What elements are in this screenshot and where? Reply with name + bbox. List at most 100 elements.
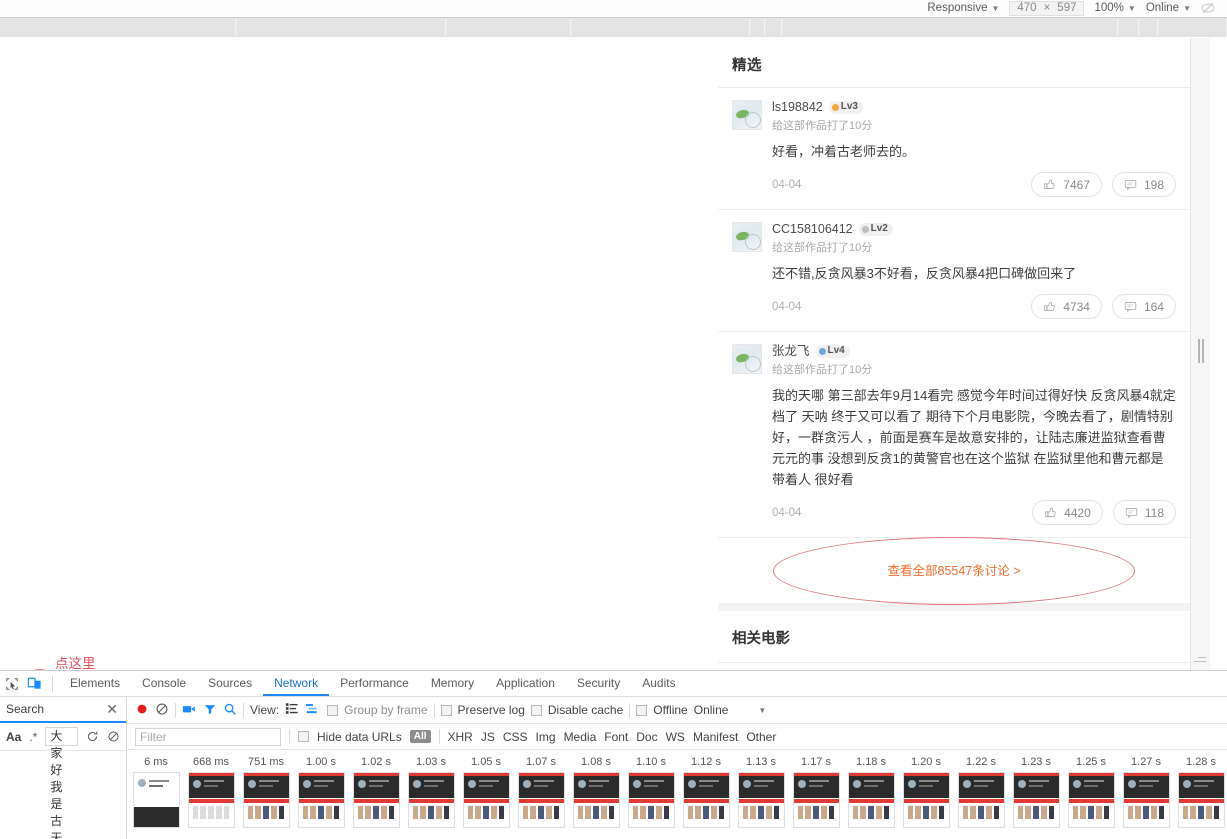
type-filter-other[interactable]: Other: [746, 730, 776, 744]
comment-username[interactable]: CC158106412: [772, 222, 853, 236]
group-by-frame-checkbox[interactable]: [327, 704, 339, 716]
disable-cache-checkbox[interactable]: [530, 704, 542, 716]
comment-username[interactable]: 张龙飞: [772, 344, 810, 358]
filmstrip-frame[interactable]: 1.07 s: [515, 756, 567, 836]
comment-item[interactable]: CC158106412 Lv2 给这部作品打了10分 还不错,反贪风暴3不好看，…: [718, 209, 1190, 331]
chrome-tab-segment[interactable]: [572, 19, 750, 37]
clear-button[interactable]: [155, 702, 169, 719]
filmstrip-frame[interactable]: 1.08 s: [570, 756, 622, 836]
type-filter-font[interactable]: Font: [604, 730, 628, 744]
close-icon[interactable]: ✕: [106, 702, 118, 716]
list-view-button[interactable]: [285, 702, 299, 718]
filmstrip-frame[interactable]: 668 ms: [185, 756, 237, 836]
chevron-down-icon[interactable]: ▼: [758, 706, 766, 715]
filmstrip-frame[interactable]: 1.18 s: [845, 756, 897, 836]
view-all-discussions-link[interactable]: 查看全部85547条讨论 >: [718, 536, 1190, 605]
chrome-tab-segment[interactable]: [0, 19, 236, 37]
filmstrip[interactable]: 6 ms 668 ms 751 ms 1.00 s 1.02 s 1.03 s 1.05 s…: [127, 750, 1227, 836]
type-filter-css[interactable]: CSS: [503, 730, 528, 744]
filmstrip-frame[interactable]: 751 ms: [240, 756, 292, 836]
corner-resize-grip[interactable]: [1192, 650, 1206, 664]
offline-checkbox[interactable]: [636, 704, 648, 716]
devtools-tab-console[interactable]: Console: [131, 671, 197, 696]
match-case-button[interactable]: Aa: [6, 730, 21, 744]
devtools-tab-network[interactable]: Network: [263, 671, 329, 696]
like-button[interactable]: 4734: [1031, 294, 1102, 319]
avatar[interactable]: [732, 222, 762, 252]
filmstrip-frame[interactable]: 6 ms: [130, 756, 182, 836]
comment-username[interactable]: ls198842: [772, 100, 823, 114]
type-filter-img[interactable]: Img: [536, 730, 556, 744]
filmstrip-frame[interactable]: 1.03 s: [405, 756, 457, 836]
filmstrip-frame[interactable]: 1.17 s: [790, 756, 842, 836]
type-filter-manifest[interactable]: Manifest: [693, 730, 738, 744]
type-filter-doc[interactable]: Doc: [636, 730, 657, 744]
like-button[interactable]: 7467: [1031, 172, 1102, 197]
chrome-tab-segment[interactable]: [237, 19, 446, 37]
devtools-tab-security[interactable]: Security: [566, 671, 631, 696]
network-throttle-value[interactable]: Online: [694, 703, 729, 717]
type-filter-xhr[interactable]: XHR: [448, 730, 473, 744]
filmstrip-frame[interactable]: 1.12 s: [680, 756, 732, 836]
devtools-tab-application[interactable]: Application: [485, 671, 566, 696]
no-throttle-icon[interactable]: [1201, 1, 1215, 15]
waterfall-view-button[interactable]: [305, 702, 321, 718]
comment-item[interactable]: ls198842 Lv3 给这部作品打了10分 好看，冲着古老师去的。 04-0…: [718, 88, 1190, 209]
record-button[interactable]: [135, 702, 149, 719]
devtools-tab-elements[interactable]: Elements: [59, 671, 131, 696]
refresh-search-button[interactable]: [86, 728, 99, 745]
devtools-tab-memory[interactable]: Memory: [420, 671, 485, 696]
search-input[interactable]: 大家好我是古天乐: [45, 727, 78, 839]
filter-input[interactable]: Filter: [135, 727, 281, 746]
filmstrip-frame[interactable]: 1.00 s: [295, 756, 347, 836]
clear-search-button[interactable]: [107, 728, 120, 745]
device-preset-select[interactable]: Responsive ▼: [927, 2, 999, 14]
hide-data-urls-checkbox[interactable]: [298, 731, 309, 742]
capture-screenshots-button[interactable]: [182, 702, 197, 719]
device-size-group[interactable]: 470 × 597: [1009, 0, 1085, 16]
reply-button[interactable]: 164: [1111, 294, 1176, 319]
toggle-device-toolbar-button[interactable]: [23, 673, 46, 695]
type-filter-js[interactable]: JS: [481, 730, 495, 744]
preserve-log-checkbox[interactable]: [440, 704, 452, 716]
type-filter-ws[interactable]: WS: [666, 730, 685, 744]
avatar[interactable]: [732, 100, 762, 130]
devtools-tab-performance[interactable]: Performance: [329, 671, 420, 696]
regex-toggle-button[interactable]: .*: [29, 730, 37, 744]
emulated-viewport[interactable]: 精选 ls198842 Lv3 给这部作品打了10分 好看，冲着古老师去的。 0…: [718, 38, 1191, 670]
type-filter-media[interactable]: Media: [564, 730, 597, 744]
zoom-select[interactable]: 100% ▼: [1094, 2, 1135, 14]
throttle-select[interactable]: Online ▼: [1146, 2, 1191, 14]
filmstrip-frame[interactable]: 1.22 s: [955, 756, 1007, 836]
avatar[interactable]: [732, 344, 762, 374]
search-button[interactable]: [223, 702, 237, 719]
filmstrip-frame[interactable]: 1.13 s: [735, 756, 787, 836]
devtools-tab-sources[interactable]: Sources: [197, 671, 263, 696]
filmstrip-frame[interactable]: 1.05 s: [460, 756, 512, 836]
chrome-tab-segment[interactable]: [783, 19, 1118, 37]
comment-item[interactable]: 张龙飞 Lv4 给这部作品打了10分 我的天哪 第三部去年9月14看完 感觉今年…: [718, 331, 1190, 537]
filmstrip-frame[interactable]: 1.10 s: [625, 756, 677, 836]
filmstrip-frame[interactable]: 1.25 s: [1065, 756, 1117, 836]
chrome-tab-segment[interactable]: [447, 19, 571, 37]
reply-button[interactable]: 198: [1111, 172, 1176, 197]
chrome-tab-segment[interactable]: [1159, 19, 1227, 37]
filmstrip-frame[interactable]: 1.20 s: [900, 756, 952, 836]
viewport-resize-handle[interactable]: [1197, 338, 1205, 364]
filmstrip-frame[interactable]: 1.23 s: [1010, 756, 1062, 836]
like-button[interactable]: 4420: [1032, 500, 1103, 525]
type-filter-all[interactable]: All: [409, 730, 431, 743]
filmstrip-frame[interactable]: 1.27 s: [1120, 756, 1172, 836]
inspect-element-button[interactable]: [0, 673, 23, 695]
devtools-tab-audits[interactable]: Audits: [631, 671, 686, 696]
chrome-tab-segment[interactable]: [1140, 19, 1158, 37]
filmstrip-frame[interactable]: 1.02 s: [350, 756, 402, 836]
chrome-tab-segment[interactable]: [1119, 19, 1139, 37]
search-drawer-header[interactable]: Search ✕: [0, 697, 126, 723]
device-width-input[interactable]: 470: [1017, 2, 1036, 14]
device-height-input[interactable]: 597: [1057, 2, 1076, 14]
reply-button[interactable]: 118: [1112, 500, 1176, 525]
filmstrip-frame[interactable]: 1.28 s: [1175, 756, 1227, 836]
chrome-tab-segment[interactable]: [751, 19, 765, 37]
filter-toggle-button[interactable]: [203, 702, 217, 719]
